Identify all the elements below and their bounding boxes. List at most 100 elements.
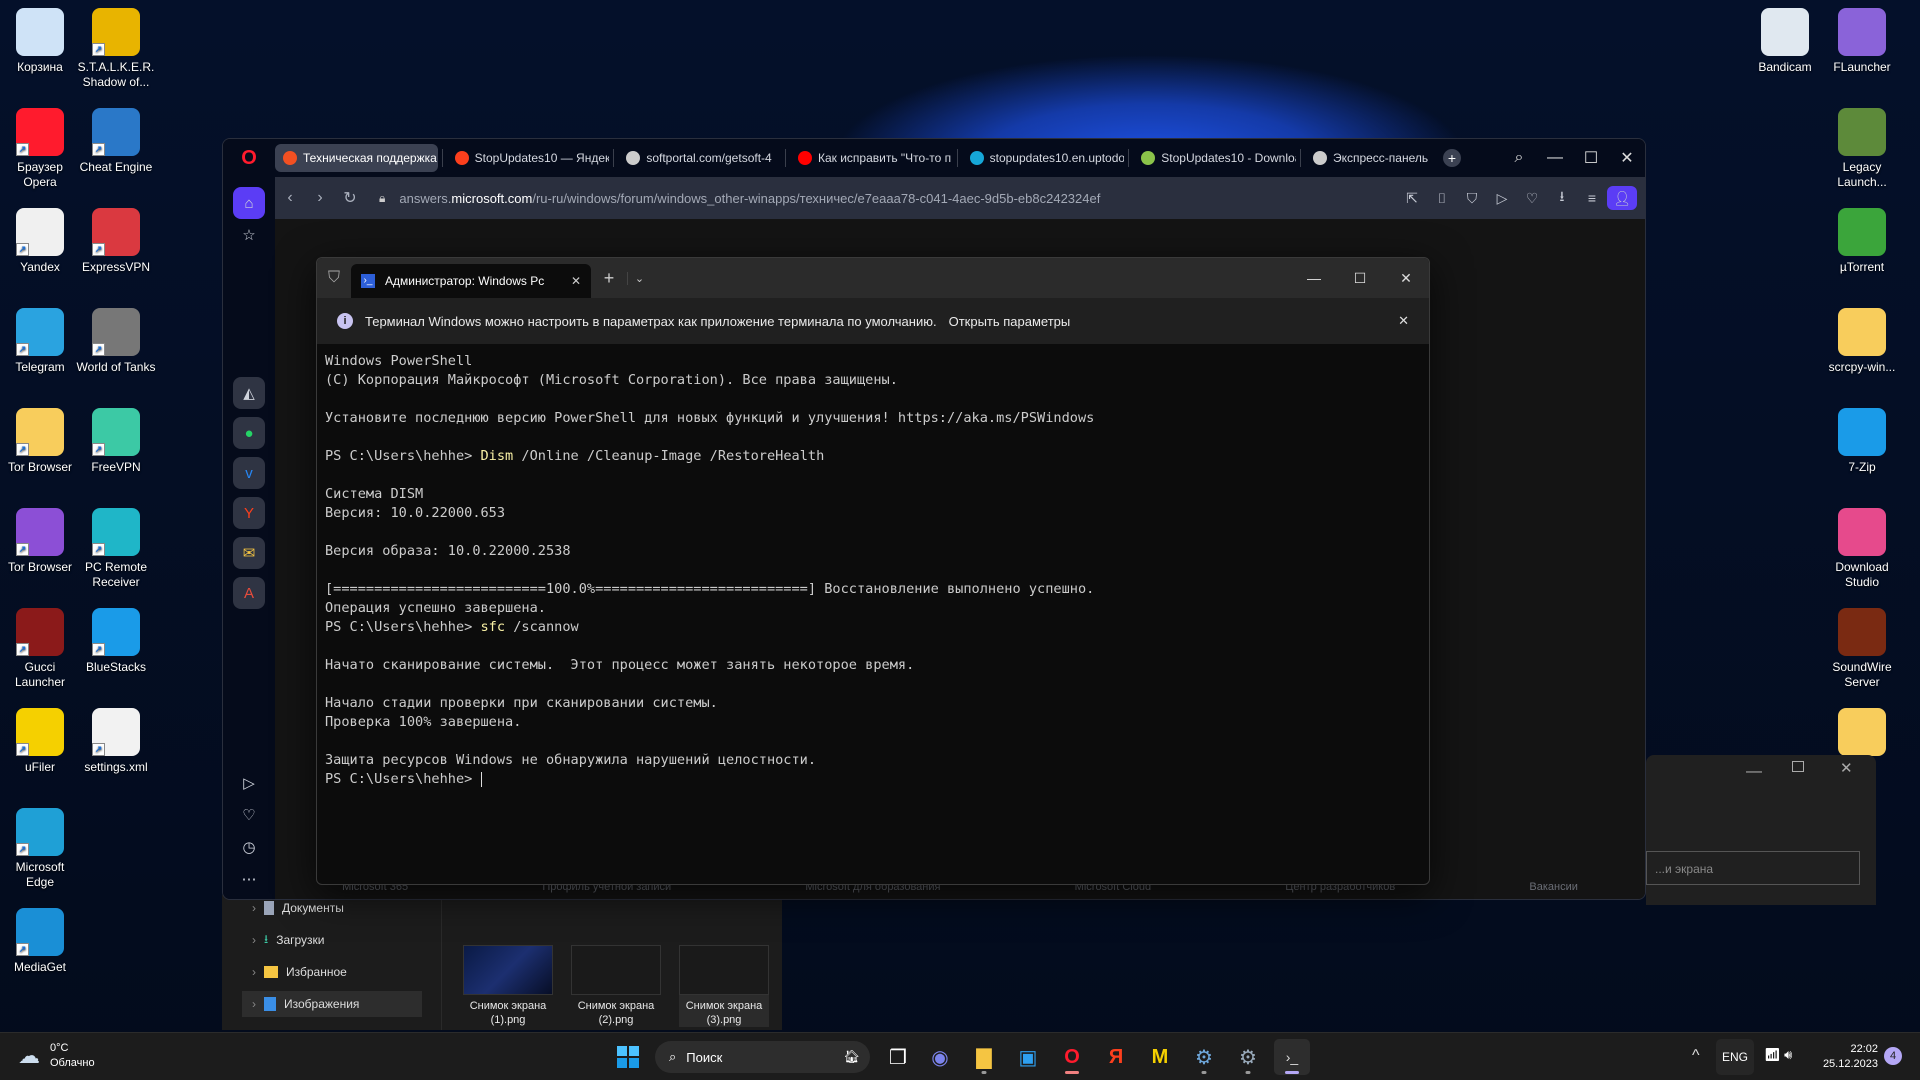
desktop-icon[interactable]: ↗ Браузер Opera (0, 108, 80, 190)
desktop-icon[interactable]: Корзина (0, 8, 80, 75)
open-settings-link[interactable]: Открыть параметры (949, 314, 1071, 329)
maximize-button[interactable] (1792, 761, 1804, 772)
desktop-icon[interactable]: ↗ Tor Browser (0, 408, 80, 475)
search-tabs-icon[interactable]: ⌕ (1501, 149, 1537, 167)
desktop-icon[interactable]: ↗ ExpressVPN (76, 208, 156, 275)
desktop-icon[interactable]: ↗ MediaGet (0, 908, 80, 975)
minimize-button[interactable]: — (1746, 763, 1762, 781)
whatsapp-icon[interactable]: ● (233, 417, 265, 449)
url-field[interactable]: answers.microsoft.com/ru-ru/windows/foru… (399, 191, 1100, 206)
browser-tab[interactable]: Техническая поддержка (275, 144, 438, 172)
send-icon[interactable]: ▷ (1487, 190, 1517, 207)
language-indicator[interactable]: ENG (1716, 1039, 1754, 1075)
browser-tab[interactable]: Экспресс-панель (1305, 144, 1443, 172)
task-view-icon[interactable]: ❐ (880, 1039, 916, 1075)
browser-tab[interactable]: StopUpdates10 - Download (1133, 144, 1296, 172)
close-tab-icon[interactable]: ✕ (571, 274, 581, 288)
desktop-icon[interactable]: Bandicam (1745, 8, 1825, 75)
close-button[interactable]: ✕ (1383, 258, 1429, 298)
pinboard-icon[interactable]: ☆ (233, 219, 265, 251)
yandex-music-icon[interactable]: M (1142, 1039, 1178, 1075)
show-hidden-icons-chevron[interactable]: ^ (1692, 1047, 1700, 1065)
desktop-icon[interactable]: ↗ BlueStacks (76, 608, 156, 675)
terminal-output[interactable]: Windows PowerShell (C) Корпорация Майкрос… (317, 344, 1429, 797)
desktop-icon[interactable]: ↗ World of Tanks (76, 308, 156, 375)
desktop-icon[interactable]: scrcpy-win... (1822, 308, 1902, 375)
nav-item-pictures[interactable]: › Изображения (242, 991, 422, 1017)
desktop-icon[interactable]: Download Studio (1822, 508, 1902, 590)
easy-setup-icon[interactable]: ≡ (1577, 190, 1607, 206)
yandex-mail-icon[interactable]: ✉ (233, 537, 265, 569)
file-item[interactable]: Снимок экрана (1).png (463, 945, 553, 1027)
desktop-icon[interactable]: SoundWire Server (1822, 608, 1902, 690)
network-volume-icons[interactable]: 📶︎ 🔊︎ (1764, 1047, 1792, 1063)
minimize-button[interactable]: — (1537, 149, 1573, 167)
close-button[interactable]: ✕ (1840, 759, 1853, 777)
clock[interactable]: 22:02 25.12.2023 (1818, 1042, 1878, 1072)
maximize-button[interactable]: ☐ (1337, 258, 1383, 298)
desktop-icon[interactable]: ↗ settings.xml (76, 708, 156, 775)
more-icon[interactable]: ⋯ (233, 863, 265, 895)
close-button[interactable]: ✕ (1609, 148, 1645, 168)
desktop-icon[interactable]: ↗ Cheat Engine (76, 108, 156, 175)
opera-taskbar-icon[interactable]: O (1054, 1039, 1090, 1075)
bookmark-heart-icon[interactable]: ♡ (1517, 190, 1547, 207)
reload-button[interactable]: ↻ (335, 188, 365, 208)
desktop-icon[interactable]: ↗ Yandex (0, 208, 80, 275)
desktop-icon[interactable]: Legacy Launch... (1822, 108, 1902, 190)
terminal-tab[interactable]: ›_ Администратор: Windows Pc ✕ (351, 264, 591, 298)
back-button[interactable]: ‹ (275, 189, 305, 207)
home-icon[interactable]: ⌂ (233, 187, 265, 219)
vk-icon[interactable]: v (233, 457, 265, 489)
forward-button[interactable]: › (305, 189, 335, 207)
player-icon[interactable]: ▷ (233, 767, 265, 799)
profile-icon[interactable]: 👤︎ (1607, 186, 1637, 210)
desktop-icon[interactable]: ↗ PC Remote Receiver (76, 508, 156, 590)
new-tab-button[interactable]: + (591, 268, 627, 289)
file-item[interactable]: Снимок экрана (2).png (571, 945, 661, 1027)
desktop-icon[interactable]: µTorrent (1822, 208, 1902, 275)
browser-tab[interactable]: softportal.com/getsoft-4 (618, 144, 781, 172)
desktop-icon[interactable]: ↗ Gucci Launcher (0, 608, 80, 690)
desktop-icon[interactable]: ↗ FreeVPN (76, 408, 156, 475)
teams-chat-icon[interactable]: ◉ (922, 1039, 958, 1075)
opera-menu-button[interactable]: O (223, 147, 275, 170)
yandex-taskbar-icon[interactable]: Я (1098, 1039, 1134, 1075)
ms-store-icon[interactable]: ▣ (1010, 1039, 1046, 1075)
aria-icon[interactable]: ◭ (233, 377, 265, 409)
notification-badge[interactable]: 4 (1884, 1047, 1902, 1065)
file-item[interactable]: Снимок экрана (3).png (679, 945, 769, 1027)
desktop-icon[interactable]: 7-Zip (1822, 408, 1902, 475)
file-explorer-icon[interactable]: ▇ (966, 1039, 1002, 1075)
desktop-icon[interactable]: ↗ Tor Browser (0, 508, 80, 575)
yandex-sidebar-icon[interactable]: Y (233, 497, 265, 529)
dropdown-chevron-icon[interactable]: ⌄ (627, 271, 651, 285)
footer-link[interactable]: Вакансии (1529, 881, 1578, 897)
nav-item-downloads[interactable]: › ⭳ Загрузки (242, 927, 422, 953)
share-icon[interactable]: ⇱ (1397, 190, 1427, 207)
desktop-icon[interactable]: ↗ Microsoft Edge (0, 808, 80, 890)
browser-tab[interactable]: Как исправить "Что-то п (790, 144, 953, 172)
desktop-icon[interactable]: FLauncher (1822, 8, 1902, 75)
weather-widget[interactable]: ☁ 0°C Облачно (18, 1041, 95, 1071)
settings-gear-icon[interactable]: ⚙ (1186, 1039, 1222, 1075)
control-panel-icon[interactable]: ⚙ (1230, 1039, 1266, 1075)
translate-icon[interactable]: A (233, 577, 265, 609)
search-box[interactable]: ⌕ Поиск 🏠︎ (655, 1041, 870, 1073)
terminal-taskbar-icon[interactable]: ›_ (1274, 1039, 1310, 1075)
browser-tab[interactable]: stopupdates10.en.uptodown (962, 144, 1124, 172)
favorites-icon[interactable]: ♡ (233, 799, 265, 831)
history-icon[interactable]: ◷ (233, 831, 265, 863)
desktop-icon[interactable]: ↗ uFiler (0, 708, 80, 775)
browser-tab[interactable]: StopUpdates10 — Яндекс (447, 144, 609, 172)
desktop-icon[interactable]: ↗ Telegram (0, 308, 80, 375)
minimize-button[interactable]: — (1291, 258, 1337, 298)
desktop-icon[interactable]: ↗ S.T.A.L.K.E.R. Shadow of... (76, 8, 156, 90)
downloads-icon[interactable]: ⭳ (1547, 186, 1577, 210)
maximize-button[interactable]: ☐ (1573, 148, 1609, 168)
nav-item-favorites[interactable]: › Избранное (242, 959, 422, 985)
start-button[interactable] (610, 1039, 646, 1075)
close-info-icon[interactable]: ✕ (1398, 313, 1409, 329)
search-input[interactable]: ...и экрана (1646, 851, 1860, 885)
snapshot-icon[interactable]: ⌷ (1427, 190, 1457, 207)
